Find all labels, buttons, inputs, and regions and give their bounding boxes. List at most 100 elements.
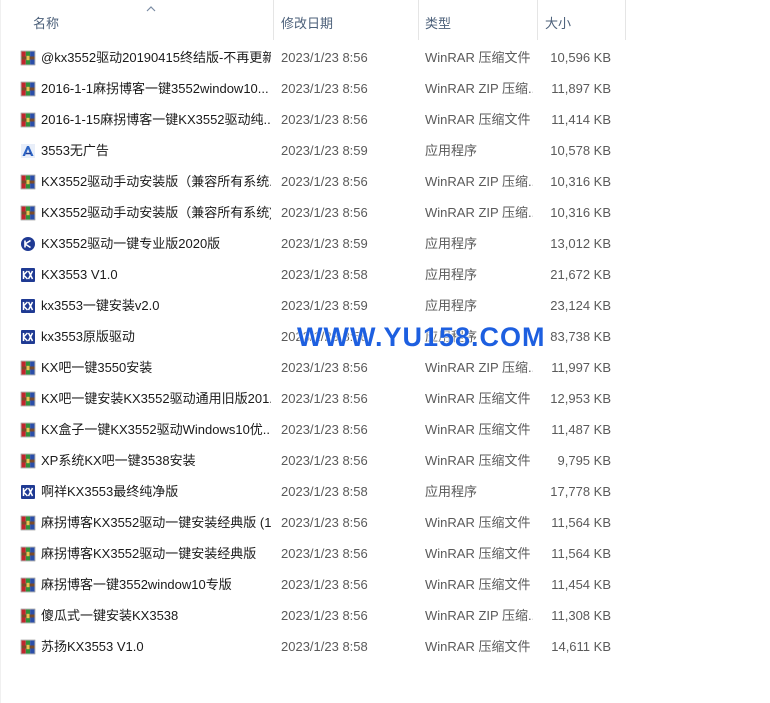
file-size: 21,672 KB: [550, 267, 611, 282]
kx-app-icon: [20, 484, 36, 500]
file-date: 2023/1/23 8:56: [281, 546, 368, 561]
winrar-archive-icon: [20, 577, 36, 593]
column-header-type-label: 类型: [425, 16, 452, 31]
file-size: 83,738 KB: [550, 329, 611, 344]
file-row[interactable]: KX3553 V1.0 2023/1/23 8:58 应用程序 21,672 KB: [0, 259, 620, 290]
file-date: 2023/1/23 8:58: [281, 267, 368, 282]
file-row[interactable]: KX3552驱动一键专业版2020版 2023/1/23 8:59 应用程序 13,0…: [0, 228, 620, 259]
file-type: WinRAR ZIP 压缩...: [425, 360, 533, 375]
column-header-size-label: 大小: [545, 16, 572, 31]
file-name: XP系统KX吧一键3538安装: [41, 453, 196, 468]
winrar-archive-icon: [20, 608, 36, 624]
column-header-name-label: 名称: [33, 16, 60, 31]
file-row[interactable]: @kx3552驱动20190415终结版-不再更新 2023/1/23 8:56 W…: [0, 42, 620, 73]
kx-app-icon-round: [20, 236, 36, 252]
kx-app-icon: [20, 298, 36, 314]
file-name: kx3553一键安装v2.0: [41, 298, 160, 313]
file-name: 傻瓜式一键安装KX3538: [41, 608, 179, 623]
file-date: 2023/1/23 8:56: [281, 422, 368, 437]
column-header-bar: 名称 修改日期 类型 大小: [0, 0, 626, 40]
file-size: 13,012 KB: [550, 236, 611, 251]
file-size: 10,578 KB: [550, 143, 611, 158]
column-header-size[interactable]: 大小: [537, 0, 626, 40]
kx-app-icon-a: [20, 143, 36, 159]
file-row[interactable]: KX3552驱动手动安装版（兼容所有系统... 2023/1/23 8:56 Win…: [0, 166, 620, 197]
file-row[interactable]: XP系统KX吧一键3538安装 2023/1/23 8:56 WinRAR 压缩文件…: [0, 445, 620, 476]
winrar-archive-icon: [20, 174, 36, 190]
file-name: 麻拐博客一键3552window10专版: [41, 577, 232, 592]
file-size: 14,611 KB: [551, 639, 611, 654]
file-size: 11,564 KB: [551, 546, 611, 561]
file-row[interactable]: 啊祥KX3553最终纯净版 2023/1/23 8:58 应用程序 17,778 KB: [0, 476, 620, 507]
winrar-archive-icon: [20, 81, 36, 97]
file-name: KX3552驱动一键专业版2020版: [41, 236, 221, 251]
file-name: KX3552驱动手动安装版（兼容所有系统...: [41, 174, 271, 189]
file-date: 2023/1/23 8:56: [281, 174, 368, 189]
file-type: WinRAR 压缩文件: [425, 422, 531, 437]
file-row[interactable]: 3553无广告 2023/1/23 8:59 应用程序 10,578 KB: [0, 135, 620, 166]
file-date: 2023/1/23 8:56: [281, 515, 368, 530]
file-name: 2016-1-1麻拐博客一键3552window10...: [41, 81, 269, 96]
file-size: 17,778 KB: [550, 484, 611, 499]
winrar-archive-icon: [20, 453, 36, 469]
file-name: 啊祥KX3553最终纯净版: [41, 484, 179, 499]
file-date: 2023/1/23 8:56: [281, 81, 368, 96]
file-name: KX3553 V1.0: [41, 267, 118, 282]
winrar-archive-icon: [20, 422, 36, 438]
file-date: 2023/1/23 8:59: [281, 298, 368, 313]
winrar-archive-icon: [20, 546, 36, 562]
file-name: @kx3552驱动20190415终结版-不再更新: [41, 50, 271, 65]
file-type: WinRAR 压缩文件: [425, 515, 531, 530]
file-type: WinRAR 压缩文件: [425, 577, 531, 592]
file-type: 应用程序: [425, 143, 478, 158]
winrar-archive-icon: [20, 205, 36, 221]
file-row[interactable]: 2016-1-15麻拐博客一键KX3552驱动纯... 2023/1/23 8:5…: [0, 104, 620, 135]
file-type: WinRAR 压缩文件: [425, 453, 531, 468]
file-size: 11,897 KB: [551, 81, 611, 96]
file-date: 2023/1/23 8:56: [281, 608, 368, 623]
file-date: 2023/1/23 8:56: [281, 205, 368, 220]
file-size: 9,795 KB: [557, 453, 612, 468]
file-row[interactable]: KX吧一键3550安装 2023/1/23 8:56 WinRAR ZIP 压缩..…: [0, 352, 620, 383]
file-name: 麻拐博客KX3552驱动一键安装经典版: [41, 546, 257, 561]
file-row[interactable]: 苏扬KX3553 V1.0 2023/1/23 8:58 WinRAR 压缩文件 14…: [0, 631, 620, 662]
file-type: WinRAR ZIP 压缩...: [425, 205, 533, 220]
file-row[interactable]: 2016-1-1麻拐博客一键3552window10... 2023/1/23 8…: [0, 73, 620, 104]
file-size: 11,454 KB: [551, 577, 611, 592]
file-type: WinRAR ZIP 压缩...: [425, 608, 533, 623]
column-header-date[interactable]: 修改日期: [273, 0, 426, 40]
file-date: 2023/1/23 8:56: [281, 360, 368, 375]
file-size: 11,487 KB: [551, 422, 611, 437]
file-name: KX盒子一键KX3552驱动Windows10优...: [41, 422, 271, 437]
column-header-type[interactable]: 类型: [418, 0, 540, 40]
file-size: 11,414 KB: [551, 112, 611, 127]
file-date: 2023/1/23 8:56: [281, 391, 368, 406]
file-size: 10,596 KB: [550, 50, 611, 65]
file-row[interactable]: 麻拐博客KX3552驱动一键安装经典版 2023/1/23 8:56 WinRAR …: [0, 538, 620, 569]
file-type: 应用程序: [425, 298, 478, 313]
winrar-archive-icon: [20, 639, 36, 655]
file-row[interactable]: 麻拐博客一键3552window10专版 2023/1/23 8:56 WinRAR…: [0, 569, 620, 600]
file-date: 2023/1/23 8:58: [281, 484, 368, 499]
file-name: 苏扬KX3553 V1.0: [41, 639, 144, 654]
file-row[interactable]: 麻拐博客KX3552驱动一键安装经典版 (1) 2023/1/23 8:56 Win…: [0, 507, 620, 538]
file-row[interactable]: kx3553一键安装v2.0 2023/1/23 8:59 应用程序 23,124 K…: [0, 290, 620, 321]
file-date: 2023/1/23 8:56: [281, 577, 368, 592]
column-header-date-label: 修改日期: [281, 16, 334, 31]
file-row[interactable]: KX盒子一键KX3552驱动Windows10优... 2023/1/23 8:5…: [0, 414, 620, 445]
file-name: 麻拐博客KX3552驱动一键安装经典版 (1): [41, 515, 271, 530]
file-type: WinRAR ZIP 压缩...: [425, 174, 533, 189]
file-type: WinRAR 压缩文件: [425, 50, 531, 65]
file-row[interactable]: KX吧一键安装KX3552驱动通用旧版201... 2023/1/23 8:56 W…: [0, 383, 620, 414]
winrar-archive-icon: [20, 391, 36, 407]
file-name: 2016-1-15麻拐博客一键KX3552驱动纯...: [41, 112, 271, 127]
file-size: 11,997 KB: [551, 360, 611, 375]
file-row[interactable]: KX3552驱动手动安装版（兼容所有系统) 2023/1/23 8:56 WinRA…: [0, 197, 620, 228]
file-name: kx3553原版驱动: [41, 329, 135, 344]
file-type: WinRAR 压缩文件: [425, 546, 531, 561]
file-row[interactable]: 傻瓜式一键安装KX3538 2023/1/23 8:56 WinRAR ZIP 压缩…: [0, 600, 620, 631]
file-type: 应用程序: [425, 267, 478, 282]
file-type: WinRAR 压缩文件: [425, 112, 531, 127]
file-date: 2023/1/23 8:56: [281, 50, 368, 65]
file-type: WinRAR 压缩文件: [425, 391, 531, 406]
